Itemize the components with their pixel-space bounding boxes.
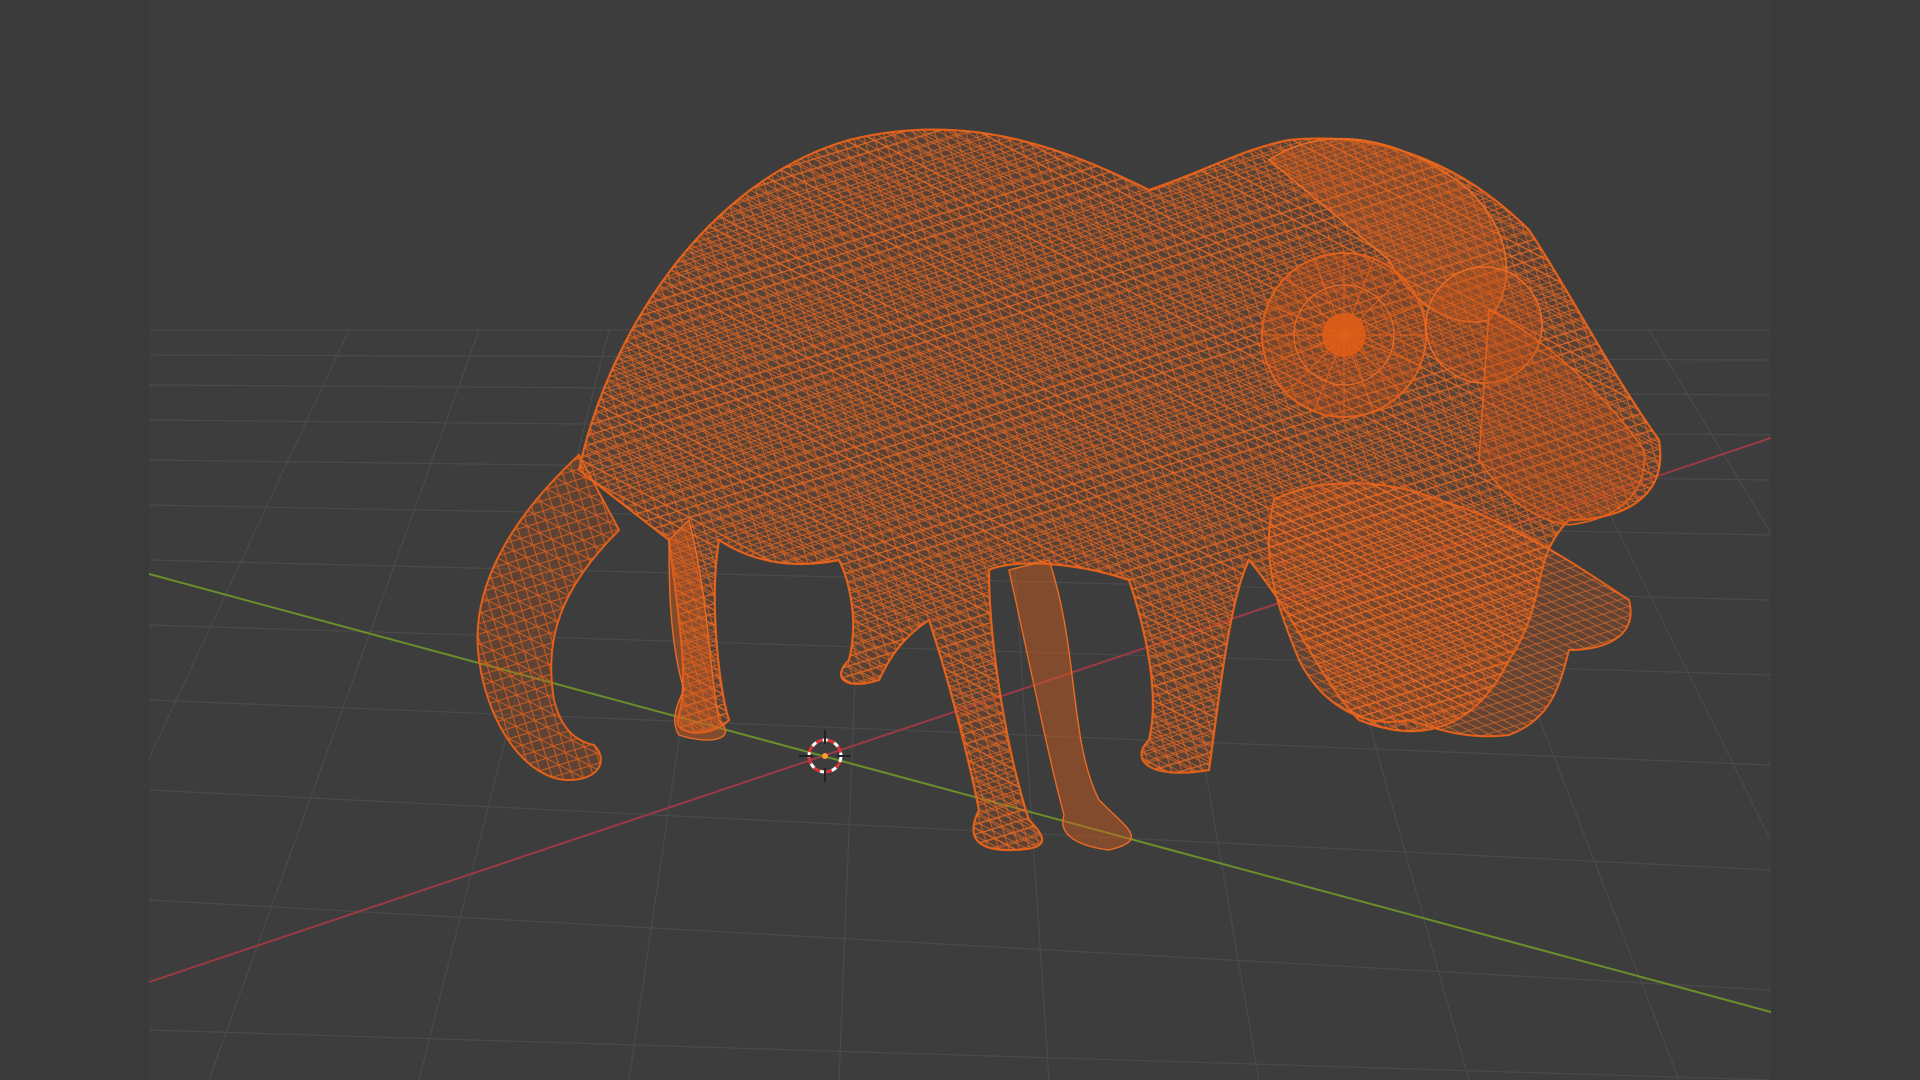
mesh-front-leg[interactable] bbox=[1008, 559, 1132, 851]
viewport-canvas[interactable] bbox=[149, 0, 1771, 1080]
mesh-eye[interactable] bbox=[1261, 252, 1427, 418]
selected-mesh-chameleon[interactable] bbox=[476, 128, 1662, 852]
app-frame bbox=[0, 0, 1920, 1080]
3d-viewport[interactable] bbox=[149, 0, 1771, 1080]
3d-cursor-icon[interactable] bbox=[799, 730, 851, 782]
